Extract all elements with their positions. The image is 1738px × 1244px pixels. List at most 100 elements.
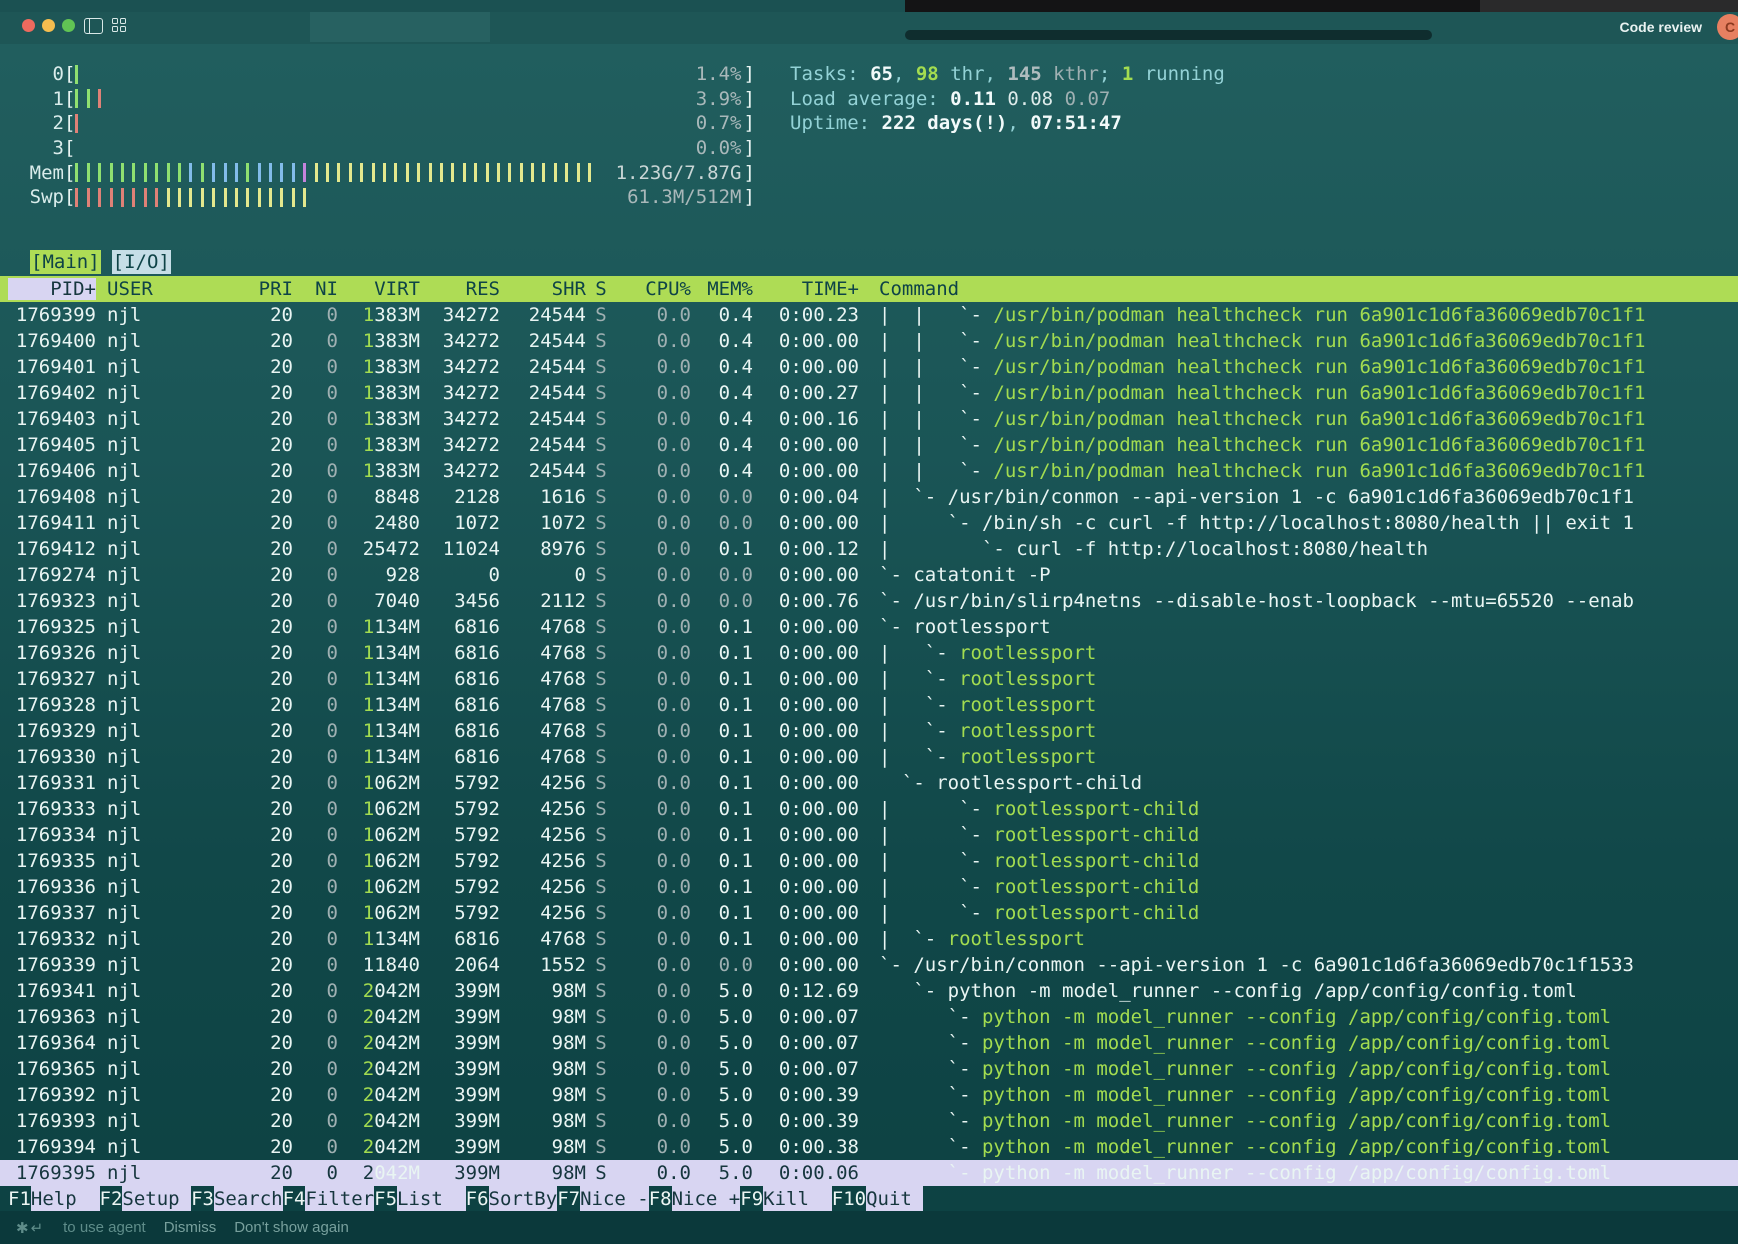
- meter-tick: [577, 163, 580, 182]
- cell-pri: 20: [197, 1136, 293, 1158]
- process-row-1769411[interactable]: 1769411njl200248010721072S0.00.00:00.00|…: [0, 510, 1738, 536]
- cell-command: | `- rootlessport: [859, 720, 1738, 742]
- process-row-1769334[interactable]: 1769334njl2001062M57924256S0.00.10:00.00…: [0, 822, 1738, 848]
- meter-tick: [212, 163, 215, 182]
- process-row-1769394[interactable]: 1769394njl2002042M399M98MS0.05.00:00.38 …: [0, 1134, 1738, 1160]
- column-header-pid[interactable]: PID+: [8, 278, 96, 300]
- tab-main[interactable]: [Main]: [30, 250, 101, 274]
- meter-bracket: ]: [743, 112, 754, 134]
- process-row-1769393[interactable]: 1769393njl2002042M399M98MS0.05.00:00.39 …: [0, 1108, 1738, 1134]
- fkey-f1-help[interactable]: F1Help: [8, 1188, 100, 1210]
- meter-3: 3[0.0%]: [8, 136, 755, 161]
- meter-tick: [98, 163, 101, 182]
- meter-bracket: [: [64, 112, 75, 134]
- process-row-1769365[interactable]: 1769365njl2002042M399M98MS0.05.00:00.07 …: [0, 1056, 1738, 1082]
- dismiss-button[interactable]: Dismiss: [164, 1219, 217, 1236]
- fkey-label: SortBy: [489, 1186, 558, 1212]
- column-header-mem[interactable]: MEM%: [691, 278, 753, 300]
- cell-shr: 98M: [500, 1162, 586, 1184]
- app-grid-icon[interactable]: [112, 18, 128, 33]
- column-header-state[interactable]: S: [586, 278, 616, 300]
- process-row-1769399[interactable]: 1769399njl2001383M3427224544S0.00.40:00.…: [0, 302, 1738, 328]
- cell-pid: 1769327: [8, 668, 96, 690]
- zoom-window-button[interactable]: [62, 19, 75, 32]
- cell-virt: 1383M: [338, 304, 420, 326]
- column-header-virt[interactable]: VIRT: [338, 278, 420, 300]
- column-header-cpu[interactable]: CPU%: [616, 278, 691, 300]
- fkey-f8-nice-+[interactable]: F8Nice +: [649, 1188, 741, 1210]
- process-row-1769325[interactable]: 1769325njl2001134M68164768S0.00.10:00.00…: [0, 614, 1738, 640]
- process-row-1769336[interactable]: 1769336njl2001062M57924256S0.00.10:00.00…: [0, 874, 1738, 900]
- cell-command: `- python -m model_runner --config /app/…: [859, 1136, 1738, 1158]
- process-row-1769339[interactable]: 1769339njl2001184020641552S0.00.00:00.00…: [0, 952, 1738, 978]
- cell-mem: 0.4: [691, 304, 753, 326]
- fkey-f3-search[interactable]: F3Search: [191, 1188, 283, 1210]
- fkey-f5-list[interactable]: F5List: [374, 1188, 466, 1210]
- cell-cpu: 0.0: [616, 824, 691, 846]
- fkey-f10-quit[interactable]: F10Quit: [832, 1188, 924, 1210]
- stats-segment: 145: [1007, 63, 1041, 85]
- process-row-1769337[interactable]: 1769337njl2001062M57924256S0.00.10:00.00…: [0, 900, 1738, 926]
- process-row-1769400[interactable]: 1769400njl2001383M3427224544S0.00.40:00.…: [0, 328, 1738, 354]
- process-row-1769392[interactable]: 1769392njl2002042M399M98MS0.05.00:00.39 …: [0, 1082, 1738, 1108]
- cell-ni: 0: [293, 564, 338, 586]
- cell-state: S: [586, 772, 616, 794]
- column-header-res[interactable]: RES: [420, 278, 500, 300]
- column-header-shr[interactable]: SHR: [500, 278, 586, 300]
- process-row-1769326[interactable]: 1769326njl2001134M68164768S0.00.10:00.00…: [0, 640, 1738, 666]
- cell-mem: 0.0: [691, 954, 753, 976]
- meter-tick: [474, 163, 477, 182]
- minimize-window-button[interactable]: [42, 19, 55, 32]
- process-row-1769327[interactable]: 1769327njl2001134M68164768S0.00.10:00.00…: [0, 666, 1738, 692]
- tab-io[interactable]: [I/O]: [112, 250, 171, 274]
- fkey-key: F1: [8, 1188, 31, 1210]
- fkey-f6-sortby[interactable]: F6SortBy: [466, 1188, 558, 1210]
- process-row-1769406[interactable]: 1769406njl2001383M3427224544S0.00.40:00.…: [0, 458, 1738, 484]
- cell-pri: 20: [197, 928, 293, 950]
- process-row-1769274[interactable]: 1769274njl20092800S0.00.00:00.00`- catat…: [0, 562, 1738, 588]
- column-header-time[interactable]: TIME+: [753, 278, 859, 300]
- process-row-1769333[interactable]: 1769333njl2001062M57924256S0.00.10:00.00…: [0, 796, 1738, 822]
- process-row-1769402[interactable]: 1769402njl2001383M3427224544S0.00.40:00.…: [0, 380, 1738, 406]
- process-row-1769323[interactable]: 1769323njl200704034562112S0.00.00:00.76`…: [0, 588, 1738, 614]
- stats-segment: kthr: [1042, 63, 1099, 85]
- fkey-f2-setup[interactable]: F2Setup: [100, 1188, 192, 1210]
- process-row-1769331[interactable]: 1769331njl2001062M57924256S0.00.10:00.00…: [0, 770, 1738, 796]
- cell-pid: 1769399: [8, 304, 96, 326]
- code-review-button[interactable]: Code review: [1620, 19, 1702, 35]
- fkey-f9-kill[interactable]: F9Kill: [740, 1188, 832, 1210]
- column-header-command[interactable]: Command: [859, 278, 1738, 300]
- fkey-f4-filter[interactable]: F4Filter: [283, 1188, 375, 1210]
- process-row-1769332[interactable]: 1769332njl2001134M68164768S0.00.10:00.00…: [0, 926, 1738, 952]
- column-header-ni[interactable]: NI: [293, 278, 338, 300]
- process-row-1769405[interactable]: 1769405njl2001383M3427224544S0.00.40:00.…: [0, 432, 1738, 458]
- process-row-1769403[interactable]: 1769403njl2001383M3427224544S0.00.40:00.…: [0, 406, 1738, 432]
- process-row-1769363[interactable]: 1769363njl2002042M399M98MS0.05.00:00.07 …: [0, 1004, 1738, 1030]
- sidebar-toggle-icon[interactable]: [84, 18, 103, 34]
- meter-tick: [292, 163, 295, 182]
- process-row-1769328[interactable]: 1769328njl2001134M68164768S0.00.10:00.00…: [0, 692, 1738, 718]
- dont-show-again-button[interactable]: Don't show again: [234, 1219, 349, 1236]
- process-row-1769329[interactable]: 1769329njl2001134M68164768S0.00.10:00.00…: [0, 718, 1738, 744]
- cell-command: | `- rootlessport-child: [859, 798, 1738, 820]
- cell-virt: 1062M: [338, 772, 420, 794]
- close-window-button[interactable]: [22, 19, 35, 32]
- process-row-1769395[interactable]: 1769395njl2002042M399M98MS0.05.00:00.06 …: [0, 1160, 1738, 1186]
- cell-mem: 0.4: [691, 408, 753, 430]
- process-row-1769330[interactable]: 1769330njl2001134M68164768S0.00.10:00.00…: [0, 744, 1738, 770]
- process-row-1769401[interactable]: 1769401njl2001383M3427224544S0.00.40:00.…: [0, 354, 1738, 380]
- process-row-1769335[interactable]: 1769335njl2001062M57924256S0.00.10:00.00…: [0, 848, 1738, 874]
- process-row-1769408[interactable]: 1769408njl200884821281616S0.00.00:00.04|…: [0, 484, 1738, 510]
- cell-command: | `- rootlessport: [859, 746, 1738, 768]
- process-row-1769364[interactable]: 1769364njl2002042M399M98MS0.05.00:00.07 …: [0, 1030, 1738, 1056]
- process-row-1769412[interactable]: 1769412njl20025472110248976S0.00.10:00.1…: [0, 536, 1738, 562]
- cell-time: 0:00.00: [753, 798, 859, 820]
- cell-user: njl: [96, 1006, 197, 1028]
- account-badge[interactable]: C: [1717, 14, 1738, 40]
- column-header-pri[interactable]: PRI: [197, 278, 293, 300]
- meter-tick: [542, 163, 545, 182]
- process-row-1769341[interactable]: 1769341njl2002042M399M98MS0.05.00:12.69 …: [0, 978, 1738, 1004]
- column-header-user[interactable]: USER: [96, 278, 197, 300]
- fkey-f7-nice--[interactable]: F7Nice -: [557, 1188, 649, 1210]
- meter-tick: [167, 188, 170, 207]
